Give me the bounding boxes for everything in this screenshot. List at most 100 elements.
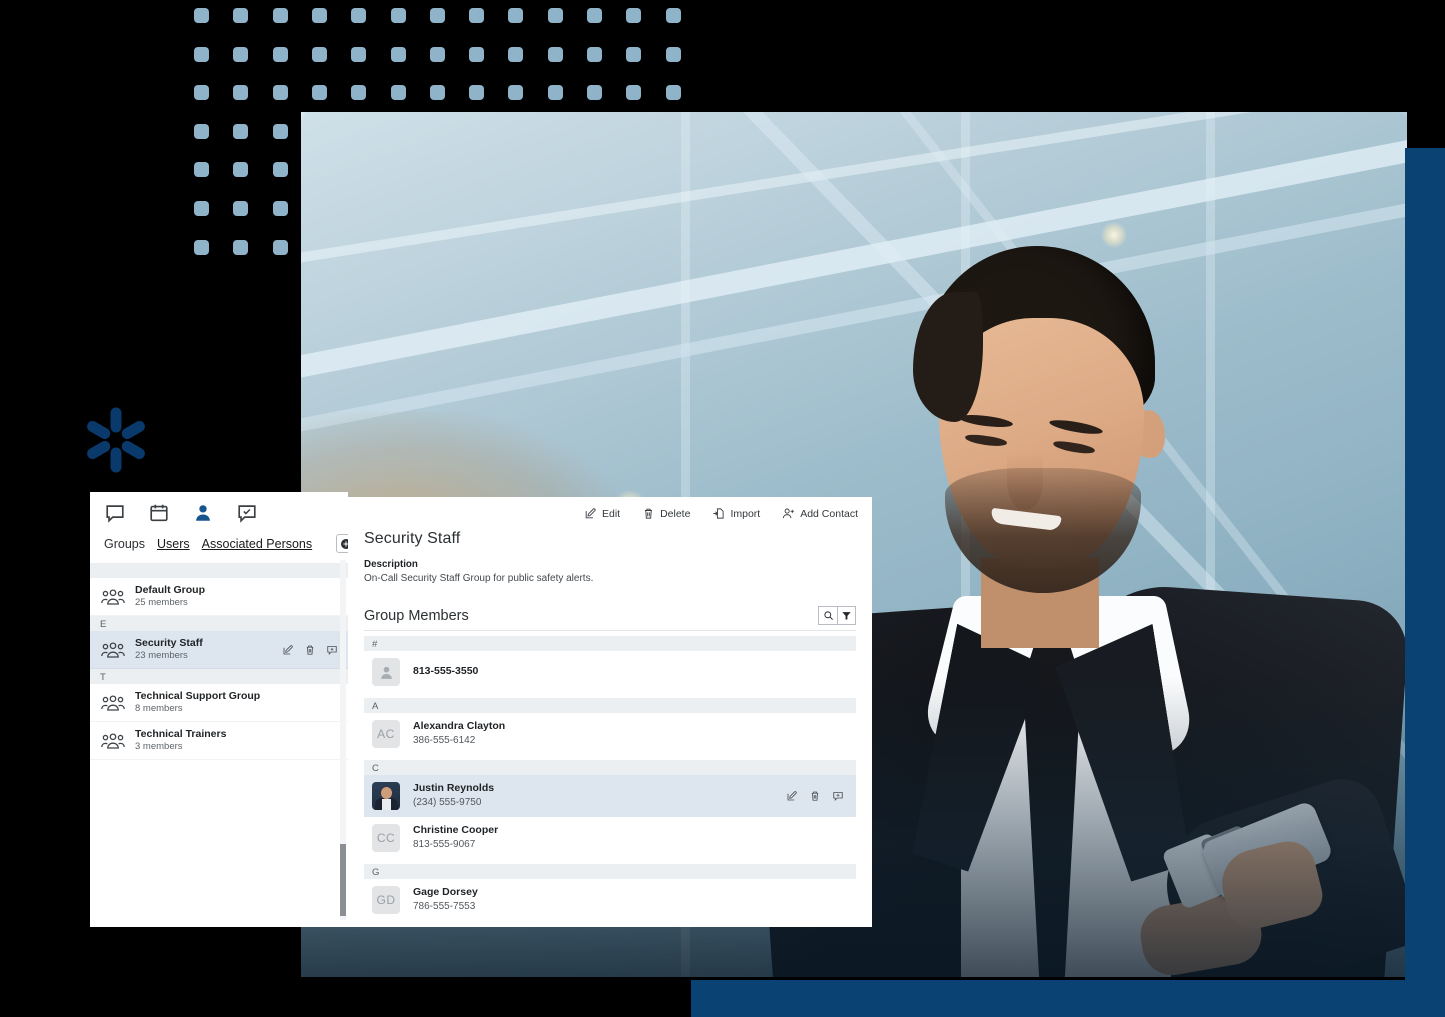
group-list-item[interactable]: Technical Support Group 8 members — [90, 684, 348, 722]
group-list-item[interactable]: Technical Trainers 3 members — [90, 722, 348, 760]
description-text: On-Call Security Staff Group for public … — [364, 573, 594, 584]
group-members-header: Group Members — [364, 606, 856, 631]
person-icon[interactable] — [192, 502, 214, 524]
decorative-dot — [233, 46, 249, 62]
member-name: 813-555-3550 — [413, 665, 479, 678]
delete-icon[interactable] — [809, 790, 821, 802]
edit-icon[interactable] — [282, 644, 294, 656]
toolbar-delete-button[interactable]: Delete — [642, 507, 690, 520]
group-row-actions — [282, 644, 338, 656]
decorative-dot — [233, 201, 249, 216]
member-list-item[interactable]: 813-555-3550 — [364, 651, 856, 693]
delete-icon[interactable] — [304, 644, 316, 656]
description-label: Description — [364, 559, 418, 570]
decorative-dot — [508, 85, 524, 101]
member-item-text: Alexandra Clayton 386-555-6142 — [413, 720, 848, 747]
decorative-dot — [469, 85, 485, 101]
decorative-dot — [351, 85, 367, 101]
group-member-count: 23 members — [135, 649, 188, 661]
group-member-count: 3 members — [135, 740, 183, 752]
search-icon[interactable] — [818, 606, 837, 625]
tab-users[interactable]: Users — [157, 537, 190, 551]
edit-icon[interactable] — [786, 790, 798, 802]
group-list-item[interactable]: Default Group 25 members — [90, 578, 348, 616]
message-plus-icon[interactable] — [832, 790, 844, 802]
member-section-header: G — [364, 864, 856, 879]
group-section-header: E — [90, 616, 348, 631]
decorative-dot — [311, 85, 327, 101]
toolbar-add-contact-button[interactable]: Add Contact — [782, 507, 858, 520]
decorative-dot — [508, 8, 524, 23]
module-icon-strip — [90, 492, 348, 532]
member-list-item[interactable]: AC Alexandra Clayton 386-555-6142 — [364, 713, 856, 755]
group-people-icon — [101, 732, 125, 750]
decorative-dot — [508, 46, 524, 62]
decorative-dot — [272, 201, 288, 216]
decorative-dot — [272, 162, 288, 178]
screenshot-root: Groups Users Associated Persons Default … — [0, 0, 1445, 1017]
member-phone: (234) 555-9750 — [413, 797, 482, 809]
chat-icon[interactable] — [104, 502, 126, 524]
member-list[interactable]: #813-555-3550 A AC Alexandra Clayton 386-555… — [364, 636, 856, 921]
group-item-text: Technical Support Group 8 members — [135, 690, 338, 715]
group-name: Default Group — [135, 583, 205, 596]
decorative-dot — [233, 8, 249, 23]
decorative-dot — [272, 239, 288, 255]
tab-groups[interactable]: Groups — [104, 537, 145, 551]
group-member-count: 8 members — [135, 702, 183, 714]
decorative-dot — [429, 46, 445, 62]
group-list[interactable]: Default Group 25 members E Security Staff 23… — [90, 563, 348, 760]
page-title: Security Staff — [364, 530, 461, 547]
sidebar-scrollbar-track[interactable] — [340, 560, 346, 920]
sidebar-scrollbar-thumb[interactable] — [340, 844, 346, 916]
member-section-header: # — [364, 636, 856, 651]
decorative-dot — [547, 8, 563, 23]
group-detail-body: Security Staff Description On-Call Secur… — [348, 526, 872, 921]
group-item-text: Security Staff 23 members — [135, 637, 272, 662]
logo-spoke — [110, 407, 122, 433]
decorative-dot — [587, 85, 602, 101]
group-toolbar: Edit Delete Import Add Contact — [348, 497, 872, 526]
member-row-actions — [786, 790, 848, 802]
member-item-text: Christine Cooper 813-555-9067 — [413, 824, 848, 851]
calendar-icon[interactable] — [148, 502, 170, 524]
member-phone: 386-555-6142 — [413, 735, 476, 747]
group-detail-panel: Edit Delete Import Add Contact Security Sta… — [348, 497, 872, 927]
decorative-dot — [665, 8, 681, 23]
group-section-header — [90, 563, 348, 578]
member-list-item[interactable]: CC Christine Cooper 813-555-9067 — [364, 817, 856, 859]
group-people-icon — [101, 694, 125, 712]
add-circle-icon[interactable] — [336, 534, 348, 553]
group-people-icon — [101, 588, 125, 606]
decorative-dot — [469, 8, 485, 23]
member-phone: 813-555-9067 — [413, 839, 476, 851]
group-people-icon — [101, 641, 125, 659]
group-item-text: Technical Trainers 3 members — [135, 728, 338, 753]
group-list-item[interactable]: Security Staff 23 members — [90, 631, 348, 669]
member-placeholder-avatar — [372, 658, 400, 686]
decorative-dot — [311, 8, 327, 23]
member-name: Justin Reynolds — [413, 782, 495, 795]
tab-associated-persons[interactable]: Associated Persons — [202, 537, 312, 551]
decorative-dot — [194, 201, 209, 216]
decorative-dot — [311, 46, 327, 62]
import-icon — [712, 507, 725, 520]
decorative-dot — [233, 239, 249, 255]
filter-icon[interactable] — [837, 606, 856, 625]
member-item-text: 813-555-3550 — [413, 665, 848, 679]
member-list-item[interactable]: GD Gage Dorsey 786-555-7553 — [364, 879, 856, 921]
decorative-dot — [272, 85, 288, 101]
chat-check-icon[interactable] — [236, 502, 258, 524]
decorative-dot — [547, 46, 563, 62]
member-item-text: Gage Dorsey 786-555-7553 — [413, 886, 848, 913]
group-item-text: Default Group 25 members — [135, 584, 338, 609]
member-phone: 786-555-7553 — [413, 901, 476, 913]
add-contact-icon — [782, 507, 795, 520]
toolbar-import-button[interactable]: Import — [712, 507, 760, 520]
member-name: Alexandra Clayton — [413, 720, 506, 733]
hair-side — [913, 292, 983, 422]
toolbar-edit-button[interactable]: Edit — [584, 507, 620, 520]
decorative-dot — [390, 46, 406, 62]
member-list-item[interactable]: Justin Reynolds (234) 555-9750 — [364, 775, 856, 817]
message-plus-icon[interactable] — [326, 644, 338, 656]
